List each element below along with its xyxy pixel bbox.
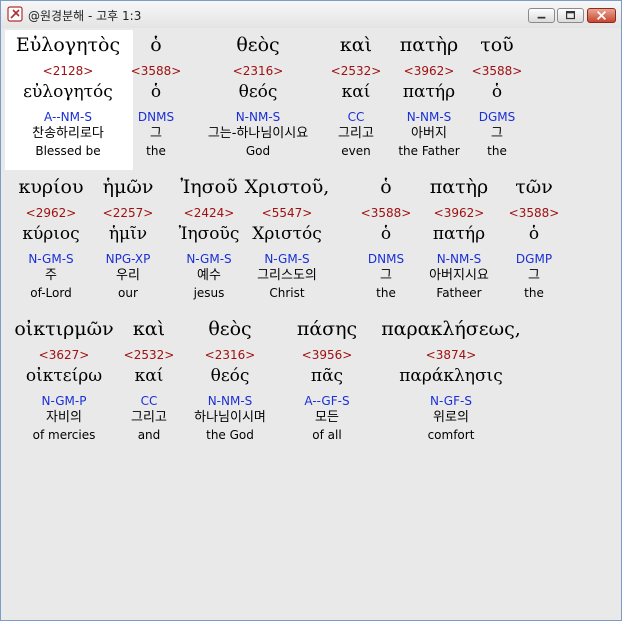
lemma: ὁ (491, 82, 503, 102)
parsing-code: DGMS (478, 110, 516, 124)
greek-word: τῶν (515, 176, 553, 198)
parsing-code: DGMP (515, 252, 553, 266)
korean-gloss: 그 (528, 268, 540, 283)
strong-number: <3874> (425, 348, 477, 362)
english-gloss: comfort (427, 428, 475, 442)
close-button[interactable] (587, 8, 616, 23)
parsing-code: N-GF-S (430, 394, 472, 408)
app-window: @원경분해 - 고후 1:3 Εὐλογητὸς <2128> εὐλογητός A… (0, 0, 622, 621)
english-gloss: the (524, 286, 544, 300)
maximize-button[interactable] (557, 8, 584, 23)
window-title: @원경분해 - 고후 1:3 (28, 9, 142, 23)
strong-number: <3588> (471, 64, 523, 78)
english-gloss: the (487, 144, 507, 158)
lemma: παράκλησις (399, 366, 503, 386)
strong-number: <3588> (508, 206, 560, 220)
word-block[interactable]: τῶν <3588> ὁ DGMP 그 the (454, 176, 614, 304)
word-block[interactable]: παρακλήσεως, <3874> παράκλησις N-GF-S 위로의 com… (371, 318, 531, 446)
lemma: ὁ (528, 224, 540, 244)
title-bar[interactable]: @원경분해 - 고후 1:3 (1, 1, 621, 28)
minimize-button[interactable] (528, 8, 555, 23)
korean-gloss: 그 (491, 126, 503, 141)
app-icon (7, 6, 23, 22)
greek-word: τοῦ (480, 34, 514, 56)
greek-word: παρακλήσεως, (381, 318, 521, 340)
word-block[interactable]: τοῦ <3588> ὁ DGMS 그 the (417, 34, 577, 162)
interlinear-panel: Εὐλογητὸς <2128> εὐλογητός A--NM-S 찬송하리로다 Ble… (5, 30, 617, 616)
korean-gloss: 위로의 (433, 410, 469, 425)
